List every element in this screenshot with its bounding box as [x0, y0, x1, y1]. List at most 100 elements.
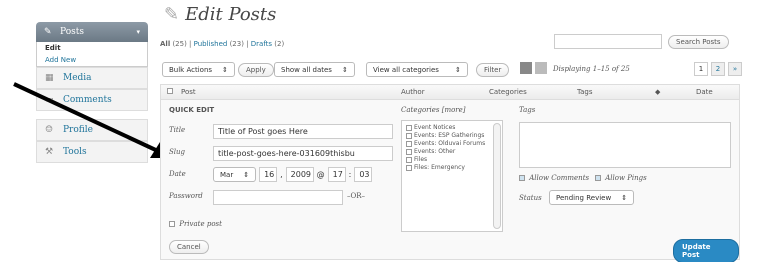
year-input[interactable]: 2009	[285, 167, 314, 182]
select-arrows-icon: ⇕	[621, 193, 628, 202]
category-label: Files	[414, 156, 428, 163]
select-arrows-icon: ⇕	[243, 170, 250, 179]
dates-select[interactable]: Show all dates ⇕	[274, 62, 355, 77]
tags-textarea[interactable]	[519, 122, 731, 168]
pin-icon: ✎	[164, 4, 180, 25]
quick-edit-heading: QUICK EDIT	[169, 106, 215, 114]
menu-posts-label: Posts	[60, 27, 84, 37]
col-tags: Tags	[577, 88, 593, 96]
page-header: ✎ Edit Posts	[164, 4, 276, 25]
bulk-actions-value: Bulk Actions	[169, 65, 213, 74]
private-post-option[interactable]: Private post	[169, 220, 222, 228]
category-checkbox[interactable]	[406, 132, 412, 139]
category-checkbox[interactable]	[406, 140, 412, 147]
pin-icon: ✎	[44, 27, 52, 37]
allow-comments-label: Allow Comments	[529, 174, 590, 182]
category-item[interactable]: Event Notices	[406, 124, 498, 132]
hour-input[interactable]: 17	[327, 167, 346, 182]
category-label: Files: Emergency	[414, 164, 465, 171]
page-2[interactable]: 2	[711, 62, 725, 76]
submenu-add-new[interactable]: Add New	[37, 54, 147, 66]
category-label: Event Notices	[414, 124, 456, 131]
search-posts-button[interactable]: Search Posts	[668, 35, 729, 49]
col-categories: Categories	[489, 88, 527, 96]
slug-label: Slug	[169, 148, 186, 156]
displaying-count: Displaying 1–15 of 25	[553, 65, 630, 73]
bulk-actions-select[interactable]: Bulk Actions ⇕	[162, 62, 235, 77]
select-arrows-icon: ⇕	[454, 65, 461, 74]
select-arrows-icon: ⇕	[222, 65, 228, 74]
category-item[interactable]: Files: Emergency	[406, 164, 498, 172]
status-label: Status	[519, 194, 542, 202]
category-label: Events: Olduvai Forums	[414, 140, 486, 147]
date-label: Date	[169, 170, 186, 178]
collapse-arrow-icon[interactable]: ▾	[136, 28, 140, 36]
page-1[interactable]: 1	[694, 62, 708, 76]
categories-value: View all categories	[373, 65, 439, 74]
allow-pings-checkbox[interactable]	[595, 175, 601, 181]
private-post-checkbox[interactable]	[169, 221, 175, 227]
col-author[interactable]: Author	[401, 88, 425, 96]
status-select[interactable]: Pending Review ⇕	[549, 190, 635, 205]
category-item[interactable]: Events: ESP Gatherings	[406, 132, 498, 140]
allow-pings-option[interactable]: Allow Pings	[595, 174, 647, 182]
category-checkbox[interactable]	[406, 156, 412, 163]
allow-comments-checkbox[interactable]	[519, 175, 525, 181]
filter-published[interactable]: Published	[194, 40, 228, 48]
menu-posts[interactable]: ✎ Posts ▾	[36, 22, 148, 42]
page-title: Edit Posts	[185, 4, 277, 25]
title-input[interactable]: Title of Post goes Here	[213, 124, 393, 139]
allow-pings-label: Allow Pings	[605, 174, 647, 182]
apply-button[interactable]: Apply	[238, 63, 274, 77]
tags-label: Tags	[519, 106, 536, 114]
posts-table-header: Post Author Categories Tags ◆ Date	[160, 84, 740, 100]
comments-icon: ◆	[655, 88, 661, 96]
month-value: Mar	[220, 170, 234, 179]
category-checkbox[interactable]	[406, 164, 412, 171]
category-item[interactable]: Events: Olduvai Forums	[406, 140, 498, 148]
category-checkbox[interactable]	[406, 148, 412, 155]
categories-select[interactable]: View all categories ⇕	[366, 62, 468, 77]
dates-value: Show all dates	[281, 65, 332, 74]
month-select[interactable]: Mar ⇕	[213, 167, 257, 182]
password-input[interactable]	[213, 190, 343, 205]
pagination: 1 2 »	[694, 62, 742, 76]
category-item[interactable]: Events: Other	[406, 148, 498, 156]
status-value: Pending Review	[556, 193, 612, 202]
filter-button[interactable]: Filter	[476, 63, 510, 77]
filter-all[interactable]: All	[160, 40, 170, 48]
category-item[interactable]: Files	[406, 156, 498, 164]
date-fields: Mar ⇕ 16, 2009 @ 17: 03	[213, 167, 373, 182]
slug-input[interactable]: title-post-goes-here-031609thisbu	[213, 146, 393, 161]
search-input[interactable]	[554, 34, 662, 49]
categories-checklist: Event Notices Events: ESP Gatherings Eve…	[401, 120, 503, 232]
filter-drafts-count: (2)	[274, 40, 285, 48]
category-label: Events: ESP Gatherings	[414, 132, 485, 139]
submenu-edit[interactable]: Edit	[37, 42, 147, 54]
categories-label: Categories [more]	[401, 106, 466, 114]
posts-submenu: Edit Add New	[36, 42, 148, 67]
filter-all-count: (25)	[172, 40, 187, 48]
col-post[interactable]: Post	[181, 88, 196, 96]
page-next[interactable]: »	[728, 62, 742, 76]
filter-published-count: (23)	[229, 40, 244, 48]
minute-input[interactable]: 03	[354, 167, 373, 182]
or-label: –OR–	[347, 192, 366, 200]
status-filters: All (25) | Published (23) | Drafts (2)	[160, 40, 285, 48]
at-separator: @	[316, 170, 325, 179]
cancel-button[interactable]: Cancel	[169, 240, 209, 254]
excerpt-view-icon[interactable]	[535, 62, 547, 74]
filter-drafts[interactable]: Drafts	[251, 40, 272, 48]
list-view-icon[interactable]	[520, 62, 532, 74]
categories-scrollbar[interactable]	[493, 123, 501, 229]
select-all-checkbox[interactable]	[167, 88, 173, 94]
private-post-label: Private post	[179, 220, 222, 228]
password-label: Password	[169, 192, 203, 200]
category-checkbox[interactable]	[406, 124, 412, 131]
view-switch	[520, 62, 547, 74]
category-label: Events: Other	[414, 148, 456, 155]
day-input[interactable]: 16	[259, 167, 278, 182]
col-date[interactable]: Date	[696, 88, 713, 96]
update-post-button[interactable]: Update Post	[673, 239, 739, 262]
allow-comments-option[interactable]: Allow Comments	[519, 174, 589, 182]
